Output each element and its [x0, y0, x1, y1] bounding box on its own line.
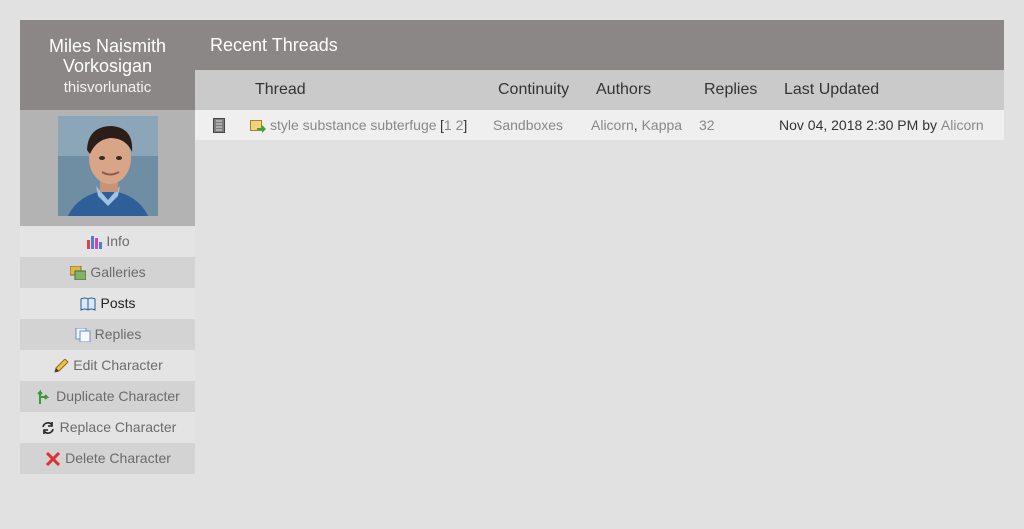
sidebar-item-posts[interactable]: Posts	[20, 288, 195, 319]
replies-icon	[74, 322, 92, 343]
page-link-1[interactable]: 1	[444, 117, 452, 133]
avatar[interactable]	[58, 116, 158, 216]
sidebar-item-duplicate-character[interactable]: Duplicate Character	[20, 381, 195, 412]
replies-count: 32	[699, 117, 715, 133]
last-updated-by: by	[922, 117, 937, 133]
sidebar-item-label: Posts	[100, 295, 136, 311]
galleries-icon	[69, 260, 87, 281]
character-sidebar: Miles Naismith Vorkosigan thisvorlunatic…	[20, 20, 195, 474]
author-link[interactable]: Kappa	[642, 117, 682, 133]
sidebar-item-delete-character[interactable]: Delete Character	[20, 443, 195, 474]
character-name-line1: Miles Naismith	[48, 36, 167, 56]
sidebar-item-edit-character[interactable]: Edit Character	[20, 350, 195, 381]
sidebar-item-info[interactable]: Info	[20, 226, 195, 257]
sidebar-item-label: Replies	[94, 326, 142, 342]
sidebar-item-label: Info	[106, 233, 130, 249]
recent-threads-panel: Recent Threads Thread Continuity Authors…	[195, 20, 1004, 140]
panel-title: Recent Threads	[195, 20, 1004, 70]
last-updated-time: Nov 04, 2018 2:30 PM	[779, 117, 919, 133]
table-row: style substance subterfuge [1 2] Sandbox…	[195, 110, 1004, 140]
sidebar-item-label: Replace Character	[59, 419, 177, 435]
character-header: Miles Naismith Vorkosigan thisvorlunatic	[20, 20, 195, 110]
column-header-thread: Thread	[255, 81, 306, 98]
column-header-authors: Authors	[596, 81, 652, 98]
avatar-container	[20, 110, 195, 226]
character-screenname: thisvorlunatic	[63, 79, 152, 96]
page-bracket: ]	[463, 117, 468, 133]
chart-icon	[85, 229, 103, 249]
book-closed-icon[interactable]	[213, 118, 225, 133]
sidebar-item-replies[interactable]: Replies	[20, 319, 195, 350]
sidebar-item-label: Delete Character	[65, 450, 171, 466]
column-header-last-updated: Last Updated	[784, 81, 880, 98]
avatar-image	[58, 116, 158, 216]
sidebar-item-label: Galleries	[90, 264, 146, 280]
pencil-icon	[52, 353, 70, 373]
author-link[interactable]: Alicorn	[591, 117, 634, 133]
delete-icon	[44, 446, 62, 467]
continuity-link[interactable]: Sandboxes	[493, 110, 563, 140]
book-icon	[79, 291, 97, 311]
column-header-continuity: Continuity	[498, 81, 570, 98]
column-header-replies: Replies	[704, 81, 758, 98]
thread-title-link[interactable]: style substance subterfuge	[270, 110, 437, 140]
refresh-icon	[39, 415, 57, 434]
sidebar-item-galleries[interactable]: Galleries	[20, 257, 195, 288]
unread-arrow-icon[interactable]	[250, 118, 266, 133]
sidebar-item-label: Edit Character	[73, 357, 163, 373]
last-updated-user-link[interactable]: Alicorn	[941, 117, 984, 133]
duplicate-icon	[35, 384, 53, 404]
table-header: Thread Continuity Authors Replies Last U…	[195, 70, 1004, 110]
character-name-line2: Vorkosigan	[62, 56, 153, 76]
sidebar-item-label: Duplicate Character	[56, 388, 180, 404]
sidebar-item-replace-character[interactable]: Replace Character	[20, 412, 195, 443]
